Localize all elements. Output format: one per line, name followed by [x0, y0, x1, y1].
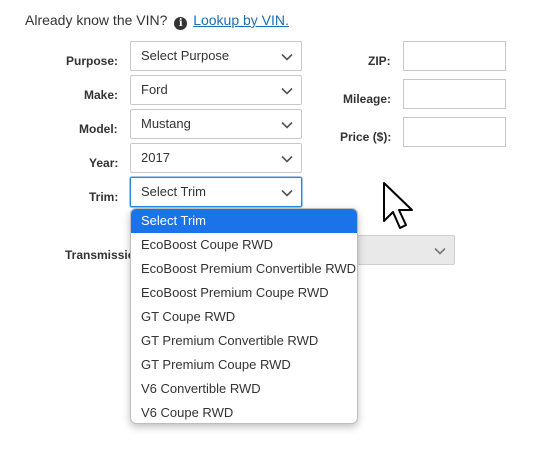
year-select-value: 2017 [141, 150, 170, 165]
zip-input[interactable] [403, 41, 506, 71]
make-label: Make: [84, 88, 119, 102]
trim-option[interactable]: GT Premium Coupe RWD [131, 353, 357, 377]
make-select-value: Ford [141, 82, 168, 97]
trim-option[interactable]: V6 Convertible RWD [131, 377, 357, 401]
trim-option[interactable]: EcoBoost Premium Coupe RWD [131, 281, 357, 305]
trim-option[interactable]: Select Trim [131, 209, 357, 233]
vin-lookup-line: Already know the VIN? i Lookup by VIN. [25, 12, 289, 30]
purpose-select-value: Select Purpose [141, 48, 230, 63]
chevron-down-icon [281, 155, 293, 163]
price-label: Price ($): [340, 130, 392, 144]
purpose-label: Purpose: [66, 54, 119, 68]
chevron-down-icon [281, 53, 293, 61]
make-select[interactable]: Ford [130, 75, 302, 105]
model-select[interactable]: Mustang [130, 109, 302, 139]
trim-option[interactable]: EcoBoost Coupe RWD [131, 233, 357, 257]
trim-option[interactable]: GT Premium Convertible RWD [131, 329, 357, 353]
model-label: Model: [79, 122, 118, 136]
trim-option[interactable]: EcoBoost Premium Convertible RWD [131, 257, 357, 281]
trim-option[interactable]: V6 Coupe RWD [131, 401, 357, 423]
trim-select[interactable]: Select Trim [130, 177, 302, 207]
year-label: Year: [89, 156, 119, 170]
trim-label: Trim: [89, 190, 119, 204]
mileage-label: Mileage: [343, 92, 392, 106]
lookup-by-vin-link[interactable]: Lookup by VIN. [193, 12, 289, 28]
year-select[interactable]: 2017 [130, 143, 302, 173]
chevron-down-icon [434, 247, 446, 255]
chevron-down-icon [281, 121, 293, 129]
mouse-cursor-icon [383, 182, 413, 229]
chevron-down-icon [281, 87, 293, 95]
mileage-input[interactable] [403, 79, 506, 109]
info-icon: i [174, 17, 188, 30]
model-select-value: Mustang [141, 116, 191, 131]
price-input[interactable] [403, 117, 506, 147]
zip-label: ZIP: [368, 54, 391, 68]
trim-select-value: Select Trim [141, 184, 207, 199]
chevron-down-icon [281, 189, 293, 197]
transmission-label: Transmissio [65, 248, 136, 262]
trim-dropdown-list: Select Trim EcoBoost Coupe RWD EcoBoost Pr… [130, 208, 358, 424]
vin-prompt: Already know the VIN? [25, 12, 168, 28]
purpose-select[interactable]: Select Purpose [130, 41, 302, 71]
trim-option[interactable]: GT Coupe RWD [131, 305, 357, 329]
